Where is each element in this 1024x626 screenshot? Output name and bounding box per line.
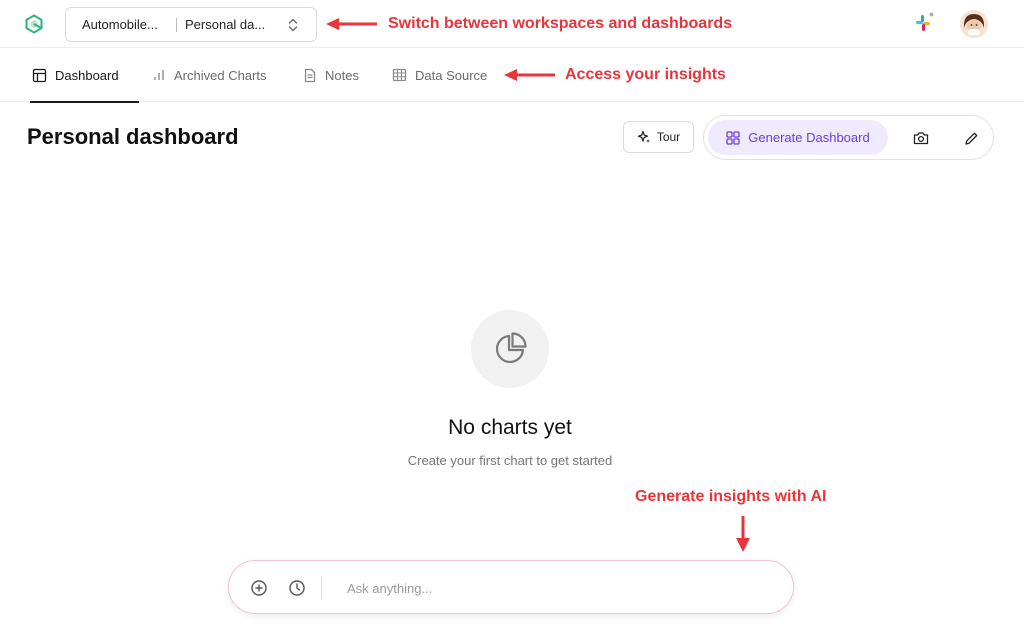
- add-circle-icon[interactable]: [249, 578, 269, 598]
- edit-button[interactable]: [960, 127, 982, 149]
- tour-label: Tour: [656, 130, 681, 144]
- camera-icon: [913, 132, 929, 145]
- layout-icon: [32, 68, 47, 82]
- table-icon: [392, 68, 407, 82]
- grid-icon: [726, 130, 740, 145]
- tab-notes[interactable]: Notes: [303, 48, 359, 102]
- chevron-up-down-icon: [288, 18, 298, 32]
- app-logo-icon[interactable]: [24, 14, 44, 34]
- empty-state-title: No charts yet: [448, 416, 572, 439]
- ask-bar: [228, 560, 794, 614]
- switcher-divider: [176, 17, 177, 32]
- tab-label: Data Source: [415, 67, 488, 83]
- empty-state-subtitle: Create your first chart to get started: [407, 453, 613, 468]
- pencil-icon: [964, 132, 977, 145]
- arrow-left-icon: [326, 18, 377, 30]
- ask-bar-divider: [321, 576, 322, 600]
- avatar-image: [960, 10, 988, 38]
- workspace-name: Automobile...: [82, 17, 158, 32]
- tab-label: Dashboard: [55, 67, 119, 83]
- tabs-annotation: Access your insights: [565, 66, 726, 83]
- document-icon: [304, 68, 316, 82]
- empty-chart-placeholder: [471, 310, 549, 388]
- screenshot-button[interactable]: [910, 127, 932, 149]
- tab-label: Notes: [325, 67, 359, 83]
- ask-input[interactable]: [347, 575, 767, 601]
- bar-chart-icon: [154, 70, 164, 80]
- tab-label: Archived Charts: [174, 67, 267, 83]
- history-clock-icon[interactable]: [287, 578, 307, 598]
- tab-archived-charts[interactable]: Archived Charts: [152, 48, 266, 102]
- ask-annotation: Generate insights with AI: [635, 488, 827, 505]
- page-title: Personal dashboard: [27, 124, 239, 149]
- slack-icon[interactable]: [912, 12, 934, 34]
- pie-chart-icon: [496, 332, 527, 363]
- dashboard-name: Personal da...: [185, 17, 266, 32]
- dashboard-actions: Generate Dashboard: [703, 115, 994, 160]
- workspace-dashboard-switcher[interactable]: Automobile... Personal da...: [65, 7, 317, 42]
- tab-dashboard[interactable]: Dashboard: [30, 48, 139, 103]
- sparkle-icon: [637, 130, 650, 143]
- generate-dashboard-label: Generate Dashboard: [748, 130, 870, 145]
- generate-dashboard-button[interactable]: Generate Dashboard: [708, 120, 888, 155]
- arrow-down-icon: [736, 516, 750, 552]
- arrow-left-icon: [504, 69, 555, 81]
- tour-button[interactable]: Tour: [623, 121, 694, 153]
- switcher-annotation: Switch between workspaces and dashboards: [388, 15, 733, 32]
- tab-data-source[interactable]: Data Source: [392, 48, 487, 102]
- user-avatar[interactable]: [960, 10, 988, 38]
